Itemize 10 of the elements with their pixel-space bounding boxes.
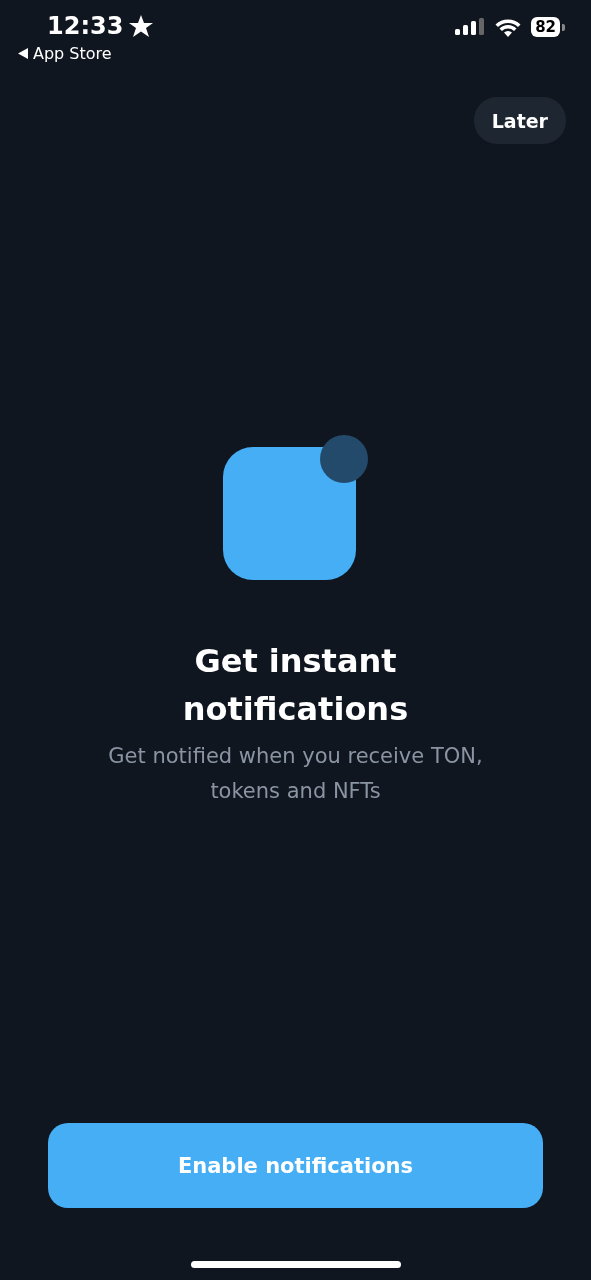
title: Get instant notifications xyxy=(181,641,410,730)
subtitle: Get notified when you receive TON, tokens and NFTs xyxy=(107,743,484,805)
notification-icon xyxy=(222,434,369,580)
star-icon xyxy=(129,14,154,38)
back-arrow-icon[interactable] xyxy=(18,48,28,59)
signal-icon xyxy=(455,18,486,36)
wifi-icon xyxy=(495,17,522,37)
status-time: 12:33 xyxy=(47,12,124,40)
later-button[interactable]: Later xyxy=(473,97,566,144)
back-link[interactable]: App Store xyxy=(33,44,112,63)
